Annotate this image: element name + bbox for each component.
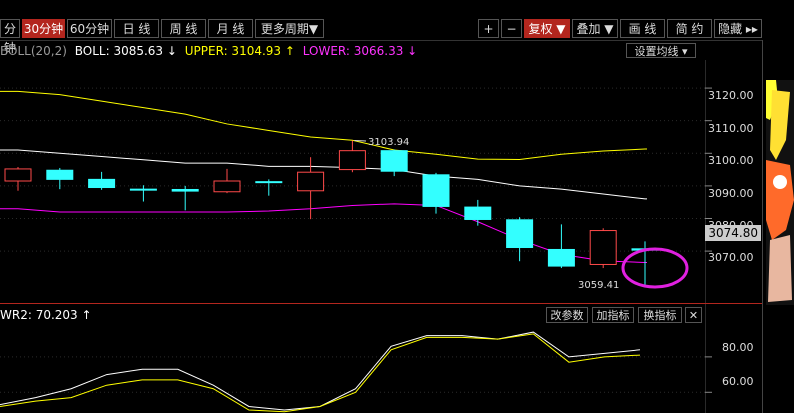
candle-body [464,206,492,220]
price-tick-label: 3090.00 [708,187,754,200]
high-price-annotation: 3103.94 [368,137,409,148]
wr-legend: WR2: 70.203 ↑ [0,308,92,322]
candle-body [255,181,283,184]
side-thumbnail [766,80,794,305]
price-tick-label: 3100.00 [708,154,754,167]
wr1-line [0,331,641,411]
high-pointer [354,139,367,142]
close-indicator-button[interactable]: ✕ [685,307,702,323]
highlight-circle [621,247,689,289]
wr-tick-label: 80.00 [722,341,754,354]
candle-body [547,248,575,267]
add-indicator-button[interactable]: 加指标 [592,307,634,323]
candle-body [589,230,617,265]
candle-body [380,150,408,172]
wr2-line [0,333,641,413]
candle-body [338,150,366,171]
candle-body [46,169,74,180]
candle-body [129,188,157,191]
low-price-annotation: 3059.41 [578,280,619,291]
candle-body [171,188,199,192]
candle-body [88,178,116,189]
candle-body [506,219,534,249]
price-tick-label: 3120.00 [708,89,754,102]
wr-tick-label: 60.00 [722,375,754,388]
candle-body [4,168,32,182]
switch-indicator-button[interactable]: 换指标 [638,307,682,323]
candlestick-chart[interactable]: 3120.00 3110.00 3100.00 3090.00 3080.00 … [0,0,794,413]
price-tick-label: 3070.00 [708,251,754,264]
edit-params-button[interactable]: 改参数 [546,307,588,323]
price-tick-label: 3110.00 [708,122,754,135]
boll-upper-line [0,90,647,160]
candle-body [213,180,241,193]
candle-body [422,174,450,207]
current-price-tag: 3074.80 [705,225,761,241]
candle-body [297,171,325,192]
